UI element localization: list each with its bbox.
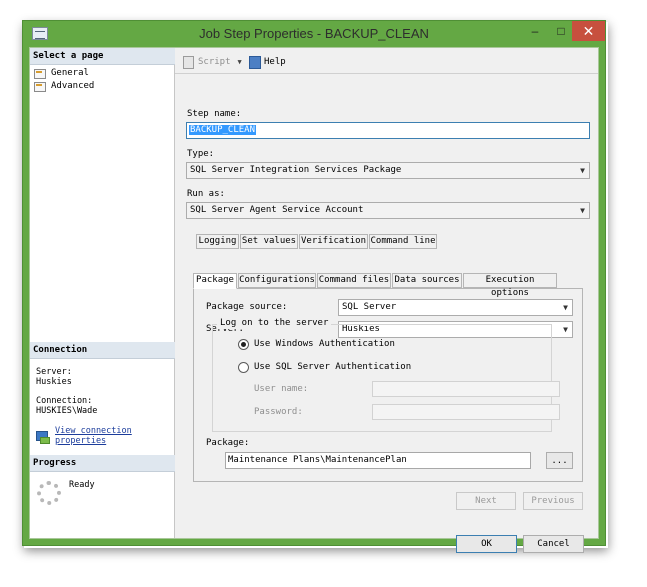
tab-set-values[interactable]: Set values xyxy=(240,234,298,249)
script-icon xyxy=(182,55,195,69)
password-label: Password: xyxy=(254,407,303,417)
tab-logging[interactable]: Logging xyxy=(196,234,239,249)
type-label: Type: xyxy=(187,149,215,159)
server-value: Huskies xyxy=(36,377,72,387)
package-label: Package: xyxy=(206,438,250,448)
window-title: Job Step Properties - BACKUP_CLEAN xyxy=(199,26,429,41)
connection-header: Connection xyxy=(30,342,175,359)
maximize-button[interactable]: □ xyxy=(548,21,574,41)
tab-data-sources[interactable]: Data sources xyxy=(392,273,462,288)
help-label: Help xyxy=(264,56,286,67)
tab-command-line[interactable]: Command line xyxy=(369,234,437,249)
windows-auth-label[interactable]: Use Windows Authentication xyxy=(254,339,395,350)
previous-button[interactable]: Previous xyxy=(523,492,583,510)
tab-verification[interactable]: Verification xyxy=(299,234,368,249)
user-name-label: User name: xyxy=(254,384,309,394)
package-path-field[interactable]: Maintenance Plans\MaintenancePlan xyxy=(225,452,531,469)
chevron-down-icon: ▼ xyxy=(563,303,568,312)
run-as-select[interactable]: SQL Server Agent Service Account ▼ xyxy=(186,202,590,219)
step-name-label: Step name: xyxy=(187,109,242,119)
password-field xyxy=(372,404,560,420)
page-label: General xyxy=(51,68,89,78)
toolbar: Script ▼ Help xyxy=(175,48,598,74)
package-source-label: Package source: xyxy=(206,302,288,312)
help-icon xyxy=(248,55,261,69)
page-icon xyxy=(33,81,46,92)
type-value: SQL Server Integration Services Package xyxy=(190,165,402,175)
sql-auth-label[interactable]: Use SQL Server Authentication xyxy=(254,362,411,373)
view-connection-link-line2[interactable]: properties xyxy=(55,436,106,446)
select-page-header: Select a page xyxy=(30,48,175,65)
job-step-properties-window: Job Step Properties - BACKUP_CLEAN – □ ✕… xyxy=(22,20,606,553)
script-button[interactable]: Script ▼ xyxy=(182,55,242,69)
run-as-value: SQL Server Agent Service Account xyxy=(190,205,364,215)
server-label: Server: xyxy=(36,367,72,377)
page-item-advanced[interactable]: Advanced xyxy=(33,80,94,93)
chevron-down-icon: ▼ xyxy=(580,206,585,215)
progress-header: Progress xyxy=(30,455,175,472)
script-label: Script xyxy=(198,56,231,67)
tab-configurations[interactable]: Configurations xyxy=(238,273,316,288)
tab-command-files[interactable]: Command files xyxy=(317,273,391,288)
step-name-field[interactable]: BACKUP_CLEAN xyxy=(186,122,590,139)
tab-execution-options[interactable]: Execution options xyxy=(463,273,557,298)
logon-group-title: Log on to the server xyxy=(217,318,332,329)
chevron-down-icon: ▼ xyxy=(580,166,585,175)
connection-properties-icon[interactable] xyxy=(36,431,50,444)
next-button[interactable]: Next xyxy=(456,492,516,510)
chevron-down-icon: ▼ xyxy=(563,325,568,334)
chevron-down-icon[interactable]: ▼ xyxy=(238,58,242,66)
dialog-client-area: Select a page General Advanced Connectio… xyxy=(29,47,599,553)
page-label: Advanced xyxy=(51,81,95,91)
help-button[interactable]: Help xyxy=(248,55,286,69)
main-pane: Script ▼ Help Step name: BACKUP_CLEAN Ty… xyxy=(175,48,598,553)
title-bar[interactable]: Job Step Properties - BACKUP_CLEAN – □ ✕ xyxy=(23,21,605,47)
progress-spinner-icon xyxy=(37,481,61,505)
browse-button[interactable]: ... xyxy=(546,452,573,469)
tab-package[interactable]: Package xyxy=(193,273,237,289)
cancel-button[interactable]: Cancel xyxy=(523,535,584,553)
user-name-field xyxy=(372,381,560,397)
package-source-select[interactable]: SQL Server ▼ xyxy=(338,299,573,316)
left-pane: Select a page General Advanced Connectio… xyxy=(30,48,175,538)
ok-button[interactable]: OK xyxy=(456,535,517,553)
page-icon xyxy=(33,68,46,79)
type-select[interactable]: SQL Server Integration Services Package … xyxy=(186,162,590,179)
close-button[interactable]: ✕ xyxy=(572,21,605,41)
step-name-value: BACKUP_CLEAN xyxy=(189,125,257,135)
minimize-button[interactable]: – xyxy=(522,21,548,41)
view-connection-link[interactable]: View connection xyxy=(55,426,132,436)
page-item-general[interactable]: General xyxy=(33,67,89,80)
run-as-label: Run as: xyxy=(187,189,225,199)
connection-label: Connection: xyxy=(36,396,93,406)
sql-auth-radio[interactable] xyxy=(238,362,249,373)
windows-auth-radio[interactable] xyxy=(238,339,249,350)
connection-value: HUSKIES\Wade xyxy=(36,406,98,416)
package-source-value: SQL Server xyxy=(342,302,397,312)
progress-status: Ready xyxy=(69,480,95,490)
